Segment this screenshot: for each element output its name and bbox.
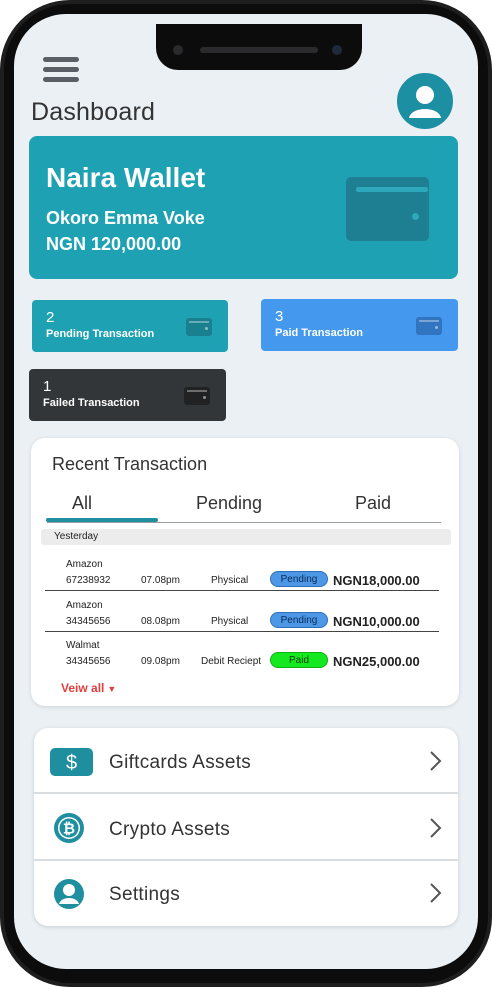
transaction-merchant: Walmat [66, 640, 100, 651]
chevron-right-icon [430, 751, 442, 771]
menu-item-giftcards[interactable]: $ Giftcards Assets [34, 728, 458, 794]
wallet-icon [186, 318, 212, 336]
transaction-row[interactable]: Amazon 34345656 08.08pm Physical Pending… [45, 592, 439, 632]
dollar-icon: $ [50, 748, 93, 776]
paid-transaction-card[interactable]: 3 Paid Transaction [261, 299, 458, 351]
wallet-owner-name: Okoro Emma Voke [46, 208, 205, 228]
status-badge: Pending [270, 571, 328, 587]
date-section-header: Yesterday [41, 529, 451, 545]
transaction-type: Physical [211, 575, 249, 586]
wallet-icon [416, 317, 442, 335]
tab-paid[interactable]: Paid [355, 493, 391, 514]
recent-transactions-title: Recent Transaction [52, 454, 208, 474]
tab-divider [47, 522, 441, 523]
transaction-amount: NGN10,000.00 [333, 614, 420, 629]
transaction-id: 67238932 [66, 575, 111, 586]
transaction-time: 09.08pm [141, 656, 180, 667]
menu-item-crypto[interactable]: ₿ Crypto Assets [34, 795, 458, 861]
paid-label: Paid Transaction [275, 327, 364, 339]
chevron-right-icon [430, 883, 442, 903]
transaction-time: 07.08pm [141, 575, 180, 586]
wallet-icon [346, 177, 429, 241]
sensor-dot [173, 45, 183, 55]
naira-wallet-card[interactable]: Naira Wallet Okoro Emma Voke NGN 120,000… [29, 136, 458, 279]
date-section-label: Yesterday [54, 531, 99, 542]
pending-label: Pending Transaction [46, 328, 155, 340]
transaction-id: 34345656 [66, 656, 111, 667]
caret-down-icon: ▼ [107, 684, 117, 694]
wallet-icon [184, 387, 210, 405]
status-badge: Paid [270, 652, 328, 668]
svg-text:₿: ₿ [63, 821, 75, 838]
assets-menu-card: $ Giftcards Assets ₿ Crypto Assets Setti… [34, 728, 458, 926]
speaker-grille [200, 47, 318, 53]
page-title: Dashboard [31, 98, 156, 126]
transaction-row[interactable]: Amazon 67238932 07.08pm Physical Pending… [45, 551, 439, 591]
transaction-type: Physical [211, 616, 249, 627]
wallet-title: Naira Wallet [46, 162, 206, 193]
transaction-type: Debit Reciept [201, 656, 262, 667]
tab-pending[interactable]: Pending [196, 493, 262, 514]
status-badge: Pending [270, 612, 328, 628]
view-all-link[interactable]: Veiw all ▼ [61, 681, 116, 695]
user-avatar-icon [400, 76, 450, 126]
failed-transaction-card[interactable]: 1 Failed Transaction [29, 369, 226, 421]
failed-label: Failed Transaction [43, 397, 140, 409]
bitcoin-icon: ₿ [53, 812, 85, 844]
transaction-merchant: Amazon [66, 559, 103, 570]
transaction-amount: NGN25,000.00 [333, 654, 420, 669]
tab-all[interactable]: All [72, 493, 92, 514]
menu-divider [34, 792, 458, 794]
menu-label-settings: Settings [109, 884, 181, 905]
view-all-label: Veiw all [61, 681, 105, 695]
row-divider [45, 590, 439, 591]
avatar[interactable] [397, 73, 453, 129]
svg-text:$: $ [66, 752, 77, 774]
transaction-time: 08.08pm [141, 616, 180, 627]
transaction-row[interactable]: Walmat 34345656 09.08pm Debit Reciept Pa… [45, 632, 439, 672]
paid-count: 3 [275, 308, 284, 325]
failed-count: 1 [43, 378, 52, 395]
transaction-amount: NGN18,000.00 [333, 573, 420, 588]
active-tab-indicator [46, 518, 158, 522]
hamburger-menu-icon[interactable] [43, 57, 79, 83]
menu-label-giftcards: Giftcards Assets [109, 752, 252, 773]
user-settings-icon [53, 878, 85, 910]
chevron-right-icon [430, 818, 442, 838]
menu-label-crypto: Crypto Assets [109, 819, 231, 840]
transaction-id: 34345656 [66, 616, 111, 627]
recent-transactions-card: Recent Transaction All Pending Paid Yest… [31, 438, 459, 706]
pending-count: 2 [46, 309, 55, 326]
menu-item-settings[interactable]: Settings [34, 860, 458, 926]
transaction-merchant: Amazon [66, 600, 103, 611]
front-camera [332, 45, 342, 55]
wallet-balance: NGN 120,000.00 [46, 234, 182, 254]
pending-transaction-card[interactable]: 2 Pending Transaction [32, 300, 228, 352]
